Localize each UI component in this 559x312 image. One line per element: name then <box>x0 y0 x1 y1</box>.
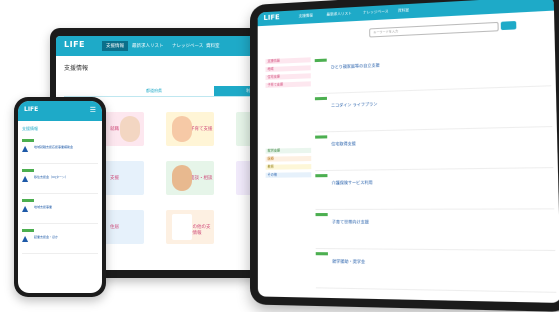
list-item[interactable]: ▲ 地域就職支援応援事業補助金 <box>22 137 98 164</box>
laptop-page-title: 支援情報 <box>64 63 88 72</box>
laptop-nav-jobs[interactable]: 最新求人リスト <box>132 43 164 49</box>
mountain-icon: ▲ <box>22 144 28 153</box>
status-badge <box>22 229 34 232</box>
status-badge <box>315 135 327 138</box>
laptop-nav-knowledge[interactable]: ナレッジベース <box>172 43 203 49</box>
tablet-nav-knowledge[interactable]: ナレッジベース <box>363 9 389 15</box>
tablet-logo: LIFE <box>263 13 279 22</box>
tablet-nav-support[interactable]: 支援情報 <box>299 13 313 19</box>
tablet-screen: LIFE 支援情報 最新求人リスト ナレッジベース 資料室 キーワードを入力 支… <box>258 0 559 303</box>
list-item[interactable]: 介護保険サービス利用 <box>315 169 554 210</box>
status-badge <box>316 252 328 255</box>
sidebar-item[interactable]: 教育 <box>266 164 312 170</box>
phone-header-text: 支援情報 <box>22 126 38 131</box>
mountain-icon: ▲ <box>22 174 28 183</box>
sidebar-item[interactable]: その他 <box>266 172 312 178</box>
laptop-nav-docs[interactable]: 資料室 <box>206 43 220 49</box>
tablet-nav-jobs[interactable]: 最新求人リスト <box>326 11 351 17</box>
list-item[interactable]: 就学援助・奨学金 <box>316 250 557 293</box>
sidebar-item[interactable]: 住宅支援 <box>265 73 310 80</box>
list-item[interactable]: ▲ 起業支援金・ほか <box>22 227 98 254</box>
list-item[interactable]: ▲ 地域支援事業 <box>22 197 98 224</box>
phone-screen: LIFE ☰ 支援情報 ▲ 地域就職支援応援事業補助金 ▲ 移住支援金（UIJタ… <box>18 101 102 293</box>
sidebar-item[interactable]: 就労支援 <box>266 148 312 154</box>
tablet-nav-docs[interactable]: 資料室 <box>398 8 409 14</box>
sidebar-item[interactable]: 医療 <box>266 156 312 162</box>
list-item[interactable]: ニコダイン ライフプラン <box>315 87 552 132</box>
mountain-icon: ▲ <box>22 234 28 243</box>
status-badge <box>315 174 327 177</box>
status-badge <box>22 139 34 142</box>
tablet-results-list: ひとり親家庭等の自立支援 ニコダイン ライフプラン 住宅取得支援 介護保険サービ… <box>315 47 557 296</box>
status-badge <box>315 97 327 100</box>
sidebar-item[interactable]: 子育て支援 <box>266 81 311 88</box>
list-item[interactable]: 住宅取得支援 <box>315 128 553 171</box>
tablet-search-button[interactable] <box>501 21 517 30</box>
list-item[interactable]: ▲ 移住支援金（UIJターン） <box>22 167 98 194</box>
sidebar-item[interactable]: 支援情報 <box>265 57 310 64</box>
status-badge <box>315 59 327 63</box>
laptop-nav-support[interactable]: 支援情報 <box>102 41 128 51</box>
tablet-search-input[interactable]: キーワードを入力 <box>369 22 499 38</box>
sidebar-item[interactable]: 地域 <box>265 65 310 72</box>
phone-navbar: LIFE ☰ <box>18 101 102 121</box>
laptop-logo: LIFE <box>64 40 85 49</box>
illustration-person-icon <box>120 116 140 142</box>
tablet-sidebar: 支援情報 地域 住宅支援 子育て支援 就労支援 医療 教育 その他 <box>262 57 312 291</box>
status-badge <box>316 213 328 216</box>
status-badge <box>22 199 34 202</box>
illustration-meeting-icon <box>172 165 192 191</box>
illustration-family-icon <box>172 116 192 142</box>
mountain-icon: ▲ <box>22 204 28 213</box>
phone-device: LIFE ☰ 支援情報 ▲ 地域就職支援応援事業補助金 ▲ 移住支援金（UIJタ… <box>14 97 106 297</box>
phone-logo: LIFE <box>24 106 38 113</box>
illustration-document-icon <box>172 214 192 240</box>
tablet-device: LIFE 支援情報 最新求人リスト ナレッジベース 資料室 キーワードを入力 支… <box>250 0 559 312</box>
hamburger-icon[interactable]: ☰ <box>90 106 96 114</box>
list-item[interactable]: ひとり親家庭等の自立支援 <box>315 47 552 94</box>
list-item[interactable]: 子育て世帯向け支援 <box>316 211 556 252</box>
status-badge <box>22 169 34 172</box>
tab-prefecture[interactable]: 都道府県 <box>114 86 194 96</box>
